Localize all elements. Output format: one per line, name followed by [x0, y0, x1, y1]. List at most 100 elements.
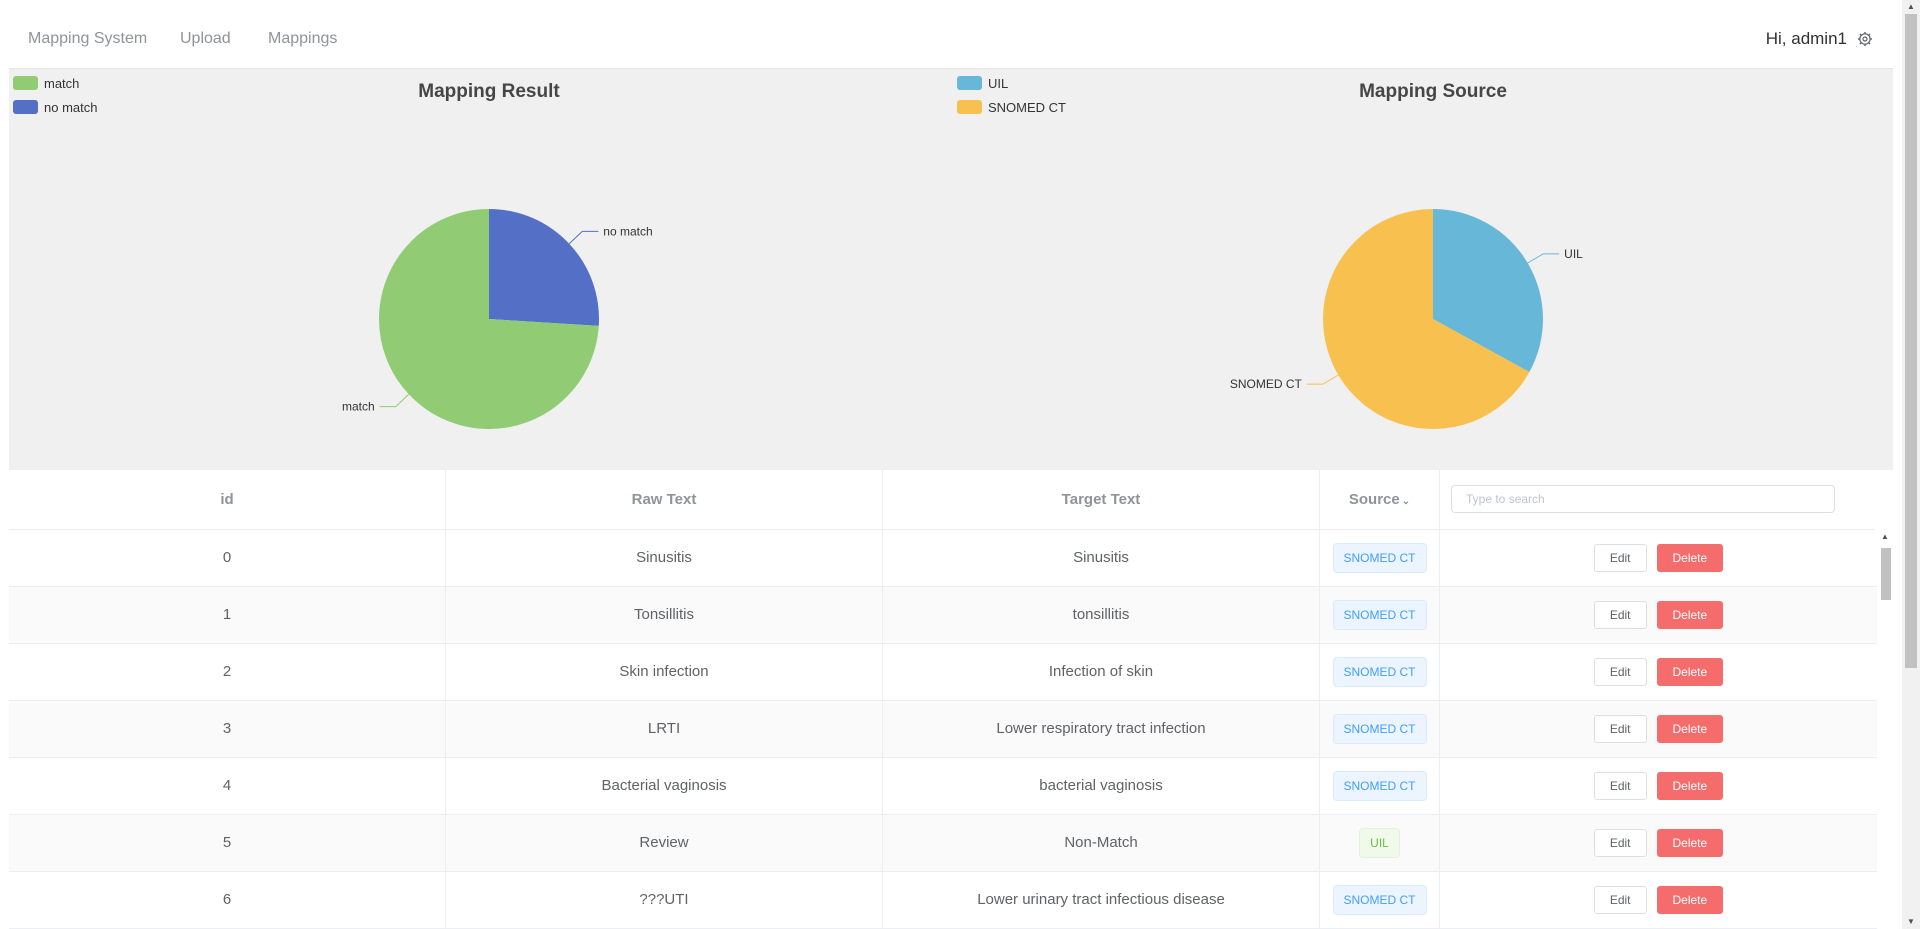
pie-label: no match	[603, 224, 652, 238]
cell-raw-text: Bacterial vaginosis	[446, 758, 883, 814]
cell-id: 3	[9, 701, 446, 757]
scroll-down-arrow-icon[interactable]: ▼	[1902, 915, 1920, 929]
edit-button[interactable]: Edit	[1593, 772, 1647, 801]
delete-button[interactable]: Delete	[1656, 886, 1724, 915]
cell-actions: Edit Delete	[1440, 701, 1877, 757]
cell-actions: Edit Delete	[1440, 872, 1877, 928]
pie-label-line	[568, 230, 599, 245]
source-tag: SNOMED CT	[1332, 543, 1427, 574]
delete-button[interactable]: Delete	[1656, 658, 1724, 687]
legend-item-uil[interactable]: UIL	[957, 71, 1066, 95]
source-tag: UIL	[1359, 828, 1400, 859]
pie-label-line	[1306, 374, 1339, 385]
cell-raw-text: Tonsillitis	[446, 587, 883, 643]
cell-source: SNOMED CT	[1320, 587, 1440, 643]
edit-button[interactable]: Edit	[1593, 886, 1647, 915]
source-header-label: Source	[1348, 491, 1400, 508]
cell-target-text: Lower respiratory tract infection	[883, 701, 1320, 757]
legend-swatch	[13, 76, 38, 90]
page-scrollbar[interactable]: ▲ ▼	[1902, 0, 1920, 929]
table-row: 3 LRTI Lower respiratory tract infection SN…	[9, 701, 1877, 758]
user-greeting: Hi, admin1	[1765, 28, 1847, 48]
delete-button[interactable]: Delete	[1656, 601, 1724, 630]
legend-label: match	[44, 75, 80, 91]
cell-id: 6	[9, 872, 446, 928]
cell-source: SNOMED CT	[1320, 758, 1440, 814]
nav-item-upload[interactable]: Upload	[180, 9, 231, 68]
cell-actions: Edit Delete	[1440, 758, 1877, 814]
pie-label-line	[379, 393, 410, 408]
table-row: 2 Skin infection Infection of skin SNOMED C…	[9, 644, 1877, 701]
pie-slice-no-match[interactable]	[489, 209, 599, 326]
table-body: 0 Sinusitis Sinusitis SNOMED CT Edit Delete 1 T…	[9, 530, 1877, 929]
pie-label: match	[342, 400, 375, 414]
pie-label: UIL	[1564, 247, 1583, 261]
pie-chart-mapping-source: UIL SNOMED CT	[1230, 209, 1583, 429]
scroll-up-arrow-icon[interactable]: ▲	[1877, 530, 1893, 544]
cell-raw-text: Sinusitis	[446, 530, 883, 586]
cell-raw-text: LRTI	[446, 701, 883, 757]
legend-item-snomed-ct[interactable]: SNOMED CT	[957, 95, 1066, 119]
table-row: 1 Tonsillitis tonsillitis SNOMED CT Edit Dele…	[9, 587, 1877, 644]
charts-area: match no match Mapping Result no match ma…	[9, 69, 1893, 469]
table-row: 0 Sinusitis Sinusitis SNOMED CT Edit Delete	[9, 530, 1877, 587]
cell-source: SNOMED CT	[1320, 644, 1440, 700]
column-header-id: id	[9, 470, 446, 529]
cell-source: SNOMED CT	[1320, 530, 1440, 586]
cell-raw-text: Review	[446, 815, 883, 871]
cell-target-text: Lower urinary tract infectious disease	[883, 872, 1320, 928]
table-row: 4 Bacterial vaginosis bacterial vaginosis S…	[9, 758, 1877, 815]
pie-chart-mapping-result: no match match	[342, 209, 653, 429]
legend-swatch	[957, 100, 982, 114]
nav-item-mappings[interactable]: Mappings	[268, 9, 337, 68]
edit-button[interactable]: Edit	[1593, 544, 1647, 573]
edit-button[interactable]: Edit	[1593, 658, 1647, 687]
delete-button[interactable]: Delete	[1656, 715, 1724, 744]
legend-item-no-match[interactable]: no match	[13, 95, 97, 119]
delete-button[interactable]: Delete	[1656, 829, 1724, 858]
column-header-source[interactable]: Source ⌄	[1320, 470, 1440, 529]
column-header-target-text: Target Text	[883, 470, 1320, 529]
pie-label: SNOMED CT	[1230, 377, 1303, 391]
top-nav: Mapping System Upload Mappings Hi, admin…	[9, 9, 1893, 69]
edit-button[interactable]: Edit	[1593, 715, 1647, 744]
cell-actions: Edit Delete	[1440, 644, 1877, 700]
legend-swatch	[957, 76, 982, 90]
edit-button[interactable]: Edit	[1593, 601, 1647, 630]
app-frame: Mapping System Upload Mappings Hi, admin…	[9, 9, 1893, 929]
chevron-down-icon[interactable]: ⌄	[1402, 496, 1410, 507]
source-tag: SNOMED CT	[1332, 600, 1427, 631]
table-row: 5 Review Non-Match UIL Edit Delete	[9, 815, 1877, 872]
pie-label-line	[1527, 253, 1560, 264]
user-menu[interactable]: Hi, admin1	[1766, 9, 1873, 68]
legend-label: no match	[44, 99, 98, 115]
chart-title-mapping-result: Mapping Result	[418, 81, 560, 102]
cell-source: SNOMED CT	[1320, 872, 1440, 928]
search-input[interactable]	[1451, 485, 1835, 513]
table-header: id Raw Text Target Text Source ⌄	[9, 470, 1875, 530]
cell-id: 0	[9, 530, 446, 586]
edit-button[interactable]: Edit	[1593, 829, 1647, 858]
legend-item-match[interactable]: match	[13, 71, 97, 95]
legend-label: SNOMED CT	[988, 99, 1066, 115]
delete-button[interactable]: Delete	[1656, 544, 1724, 573]
table-scrollbar-thumb[interactable]	[1881, 548, 1891, 600]
gear-icon[interactable]	[1857, 31, 1873, 47]
cell-id: 1	[9, 587, 446, 643]
cell-id: 5	[9, 815, 446, 871]
source-tag: SNOMED CT	[1332, 657, 1427, 688]
scroll-up-arrow-icon[interactable]: ▲	[1902, 0, 1920, 14]
legend-swatch	[13, 100, 38, 114]
table-row: 6 ???UTI Lower urinary tract infectious di…	[9, 872, 1877, 929]
source-tag: SNOMED CT	[1332, 714, 1427, 745]
cell-id: 4	[9, 758, 446, 814]
page-scrollbar-thumb[interactable]	[1905, 14, 1917, 668]
source-tag: SNOMED CT	[1332, 771, 1427, 802]
cell-target-text: Infection of skin	[883, 644, 1320, 700]
delete-button[interactable]: Delete	[1656, 772, 1724, 801]
table-scrollbar[interactable]: ▲	[1877, 530, 1893, 929]
nav-brand[interactable]: Mapping System	[28, 9, 147, 68]
cell-actions: Edit Delete	[1440, 815, 1877, 871]
cell-target-text: Sinusitis	[883, 530, 1320, 586]
cell-actions: Edit Delete	[1440, 587, 1877, 643]
